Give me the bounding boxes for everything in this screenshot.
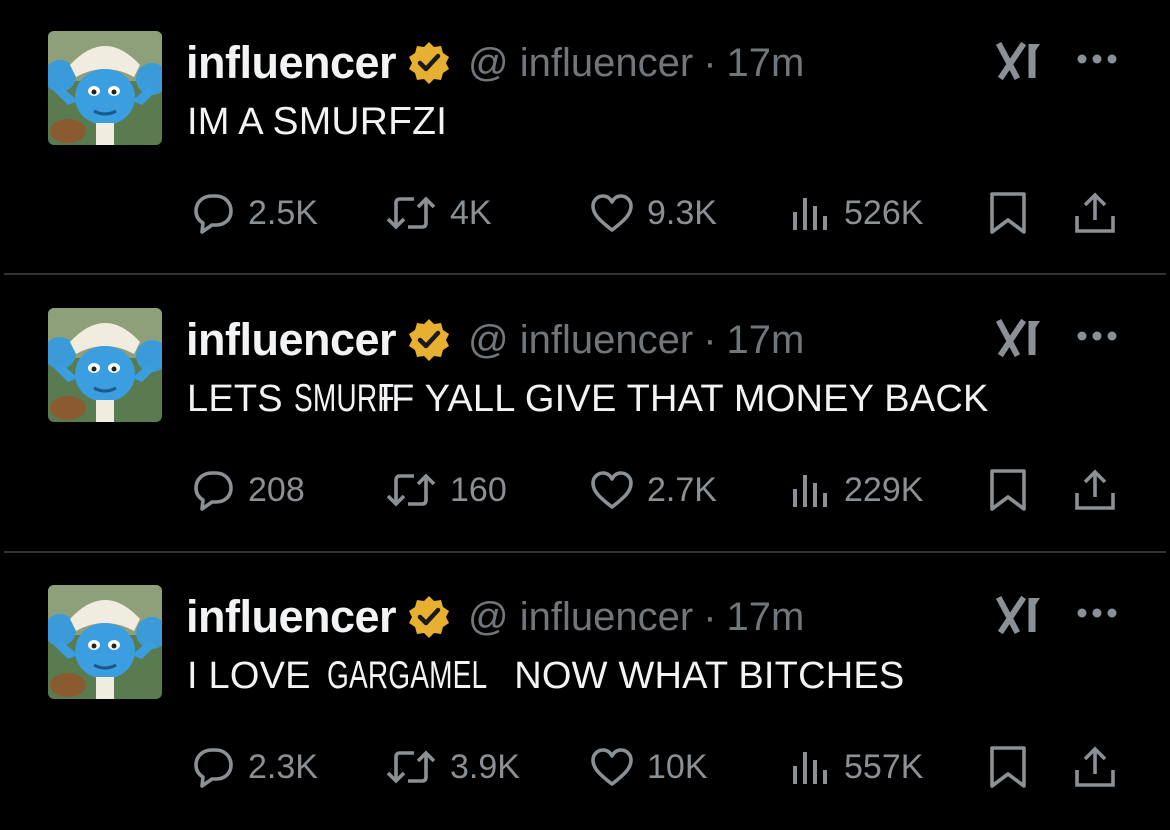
views-button[interactable]: 557K [790,742,923,792]
views-count: 557K [844,747,924,786]
verified-badge-icon [406,40,452,86]
reply-bubble-icon [194,748,233,788]
tweet[interactable]: influencer @ influencer · 17m IM A SMURF… [0,0,1170,276]
reply-bubble-icon [194,194,233,234]
tweet-text-part: SMURF [293,377,395,420]
tweet-text: LETS SMURF IF YALL GIVE THAT MONEY BACK [187,377,989,421]
retweet-count: 3.9K [450,747,520,786]
bookmark-button[interactable] [988,188,1028,238]
bookmark-icon [990,469,1026,511]
reply-button[interactable]: 2.5K [190,188,318,238]
display-name[interactable]: influencer [186,37,397,89]
separator-dot: · [703,40,717,85]
views-bars-icon [793,752,827,784]
tweet-text-part: LETS [187,378,294,420]
handle[interactable]: @ influencer [468,41,693,86]
separator-dot: · [703,594,717,639]
retweet-icon [386,196,436,230]
bookmark-button[interactable] [988,742,1028,792]
like-button[interactable]: 10K [589,742,708,792]
bookmark-icon [990,746,1026,788]
verified-badge-icon [406,594,452,640]
retweet-button[interactable]: 3.9K [384,742,520,792]
views-count: 526K [844,193,924,232]
grok-icon[interactable] [995,317,1044,359]
tweet-text-part: IM A [187,101,273,143]
reply-count: 2.5K [248,193,318,232]
retweet-icon [386,750,436,784]
like-count: 2.7K [647,470,717,509]
grok-icon[interactable] [995,594,1044,636]
views-bars-icon [793,475,827,507]
handle[interactable]: @ influencer [468,595,693,640]
views-button[interactable]: 526K [790,188,923,238]
tweet-actions: 2.5K 4K 9.3K 526K [0,188,1170,238]
more-dots-icon[interactable] [1076,606,1118,620]
retweet-button[interactable]: 160 [384,465,507,515]
bookmark-icon [990,192,1026,234]
like-count: 9.3K [647,193,717,232]
tweet-text-part: SMURFZI [272,100,448,143]
grok-icon[interactable] [995,40,1044,82]
like-button[interactable]: 2.7K [589,465,717,515]
like-count: 10K [647,747,708,786]
timestamp[interactable]: 17m [727,318,805,363]
tweet-text-part: NOW WHAT BITCHES [503,655,905,697]
retweet-button[interactable]: 4K [384,188,492,238]
retweet-count: 160 [450,470,507,509]
share-button[interactable] [1073,465,1117,515]
views-bars-icon [793,198,827,230]
handle[interactable]: @ influencer [468,318,693,363]
tweet-actions: 208 160 2.7K 229K [0,465,1170,515]
views-button[interactable]: 229K [790,465,923,515]
tweet-text: I LOVE GARGAMEL NOW WHAT BITCHES [187,654,904,698]
separator-dot: · [703,317,717,362]
tweet-text: IM A SMURFZI [187,100,447,144]
timestamp[interactable]: 17m [727,595,805,640]
avatar[interactable] [48,308,162,422]
share-icon [1075,746,1115,787]
heart-icon [591,748,633,786]
heart-icon [591,471,633,509]
heart-icon [591,194,633,232]
tweet[interactable]: influencer @ influencer · 17m I LOVE GAR… [0,554,1170,830]
share-button[interactable] [1073,742,1117,792]
tweet[interactable]: influencer @ influencer · 17m LETS SMURF… [0,277,1170,553]
reply-count: 208 [248,470,305,509]
reply-count: 2.3K [248,747,318,786]
tweet-actions: 2.3K 3.9K 10K 557K [0,742,1170,792]
share-button[interactable] [1073,188,1117,238]
tweet-text-part: IF YALL GIVE THAT MONEY BACK [369,378,989,420]
reply-button[interactable]: 2.3K [190,742,318,792]
like-button[interactable]: 9.3K [589,188,717,238]
display-name[interactable]: influencer [186,314,397,366]
display-name[interactable]: influencer [186,591,397,643]
views-count: 229K [844,470,924,509]
bookmark-button[interactable] [988,465,1028,515]
more-dots-icon[interactable] [1076,329,1118,343]
more-dots-icon[interactable] [1076,52,1118,66]
verified-badge-icon [406,317,452,363]
share-icon [1075,469,1115,510]
timestamp[interactable]: 17m [727,41,805,86]
retweet-icon [386,473,436,507]
tweet-text-part: GARGAMEL [327,654,488,697]
reply-bubble-icon [194,471,233,511]
avatar[interactable] [48,585,162,699]
tweet-text-part: I LOVE [187,655,322,697]
retweet-count: 4K [450,193,492,232]
reply-button[interactable]: 208 [190,465,305,515]
share-icon [1075,192,1115,233]
avatar[interactable] [48,31,162,145]
